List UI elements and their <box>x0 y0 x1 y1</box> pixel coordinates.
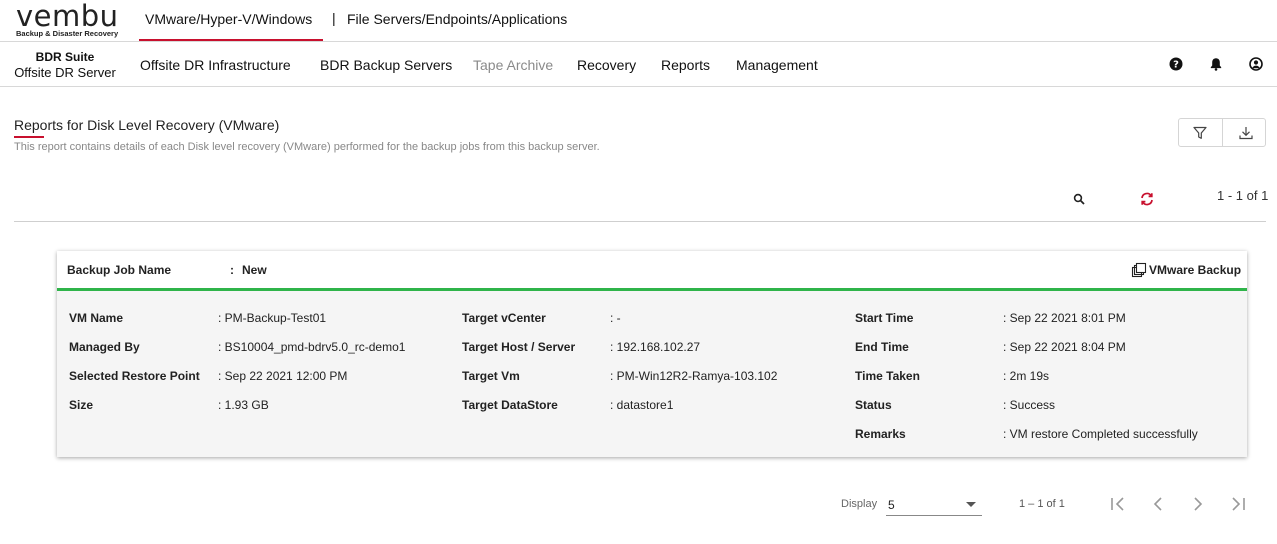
field-value-target-datastore: : datastore1 <box>610 398 674 412</box>
product-suite-label: BDR Suite Offsite DR Server <box>14 50 116 80</box>
title-underline <box>14 136 44 138</box>
active-tab-indicator <box>139 39 323 41</box>
field-label-vm-name: VM Name <box>69 311 124 325</box>
field-label-target-host: Target Host / Server <box>462 340 576 354</box>
nav-offsite-dr-infrastructure[interactable]: Offsite DR Infrastructure <box>140 57 291 73</box>
field-label-size: Size <box>69 398 94 412</box>
download-icon[interactable] <box>1238 125 1254 141</box>
field-value-restore-point: : Sep 22 2021 12:00 PM <box>218 369 348 383</box>
main-nav: BDR Suite Offsite DR Server Offsite DR I… <box>0 42 1277 87</box>
suite-name: BDR Suite <box>35 50 95 64</box>
page-description: This report contains details of each Dis… <box>14 141 600 153</box>
field-label-restore-point: Selected Restore Point <box>69 369 200 383</box>
backup-job-name-value: New <box>242 263 267 277</box>
svg-text:?: ? <box>1173 60 1179 71</box>
last-page-icon[interactable] <box>1229 495 1247 513</box>
field-label-status: Status <box>855 398 892 412</box>
nav-reports[interactable]: Reports <box>661 57 710 73</box>
pagination-range: 1 – 1 of 1 <box>1019 498 1065 510</box>
backup-type-badge: VMware Backup <box>1131 262 1241 278</box>
top-bar: vembu Backup & Disaster Recovery VMware/… <box>0 0 1277 42</box>
field-value-status: : Success <box>1003 398 1056 412</box>
page-title: Reports for Disk Level Recovery (VMware) <box>14 117 280 133</box>
backup-type-label: VMware Backup <box>1149 263 1242 277</box>
page-size-value: 5 <box>888 498 895 512</box>
tab-vmware-hyperv-windows[interactable]: VMware/Hyper-V/Windows <box>145 11 312 27</box>
field-value-vm-name: : PM-Backup-Test01 <box>218 311 327 325</box>
field-label-target-vm: Target Vm <box>462 369 520 383</box>
label-colon: : <box>230 263 234 277</box>
field-value-time-taken: : 2m 19s <box>1003 369 1050 383</box>
user-icon[interactable] <box>1249 57 1263 71</box>
refresh-icon[interactable] <box>1139 191 1155 207</box>
page-size-select[interactable]: 5 <box>886 494 982 516</box>
filter-icon[interactable] <box>1192 125 1208 141</box>
report-card: Backup Job Name : New VMware Backup VM N… <box>57 251 1247 457</box>
field-value-size: : 1.93 GB <box>218 398 269 412</box>
vembu-logo[interactable]: vembu Backup & Disaster Recovery <box>14 0 119 39</box>
field-value-target-host: : 192.168.102.27 <box>610 340 701 354</box>
report-toolbar <box>1178 118 1266 147</box>
previous-page-icon[interactable] <box>1149 495 1167 513</box>
help-icon[interactable]: ? <box>1169 57 1183 71</box>
field-label-remarks: Remarks <box>855 427 906 441</box>
card-header: Backup Job Name : New VMware Backup <box>57 251 1247 291</box>
bell-icon[interactable] <box>1209 57 1223 71</box>
next-page-icon[interactable] <box>1189 495 1207 513</box>
field-label-start-time: Start Time <box>855 311 914 325</box>
chevron-down-icon <box>966 502 976 507</box>
field-label-managed-by: Managed By <box>69 340 140 354</box>
field-value-target-vcenter: : - <box>610 311 621 325</box>
field-label-end-time: End Time <box>855 340 909 354</box>
field-value-remarks: : VM restore Completed successfully <box>1003 427 1198 441</box>
field-value-target-vm: : PM-Win12R2-Ramya-103.102 <box>610 369 778 383</box>
toolbar-divider <box>1222 119 1223 146</box>
field-value-end-time: : Sep 22 2021 8:04 PM <box>1003 340 1126 354</box>
field-label-target-datastore: Target DataStore <box>462 398 558 412</box>
field-value-managed-by: : BS10004_pmd-bdrv5.0_rc-demo1 <box>218 340 406 354</box>
first-page-icon[interactable] <box>1109 495 1127 513</box>
record-range: 1 - 1 of 1 <box>1217 188 1269 203</box>
server-type: Offsite DR Server <box>14 65 116 80</box>
field-label-time-taken: Time Taken <box>855 369 920 383</box>
field-value-start-time: : Sep 22 2021 8:01 PM <box>1003 311 1126 325</box>
tab-separator: | <box>332 10 336 26</box>
backup-job-name-label: Backup Job Name <box>67 263 172 277</box>
search-icon[interactable] <box>1073 193 1085 205</box>
nav-tape-archive[interactable]: Tape Archive <box>473 57 553 73</box>
display-label: Display <box>841 498 878 510</box>
nav-recovery[interactable]: Recovery <box>577 57 636 73</box>
field-label-target-vcenter: Target vCenter <box>462 311 546 325</box>
nav-management[interactable]: Management <box>736 57 818 73</box>
vmware-backup-icon <box>1131 262 1147 278</box>
tab-file-servers-endpoints-applications[interactable]: File Servers/Endpoints/Applications <box>347 11 567 27</box>
divider <box>14 221 1266 222</box>
nav-bdr-backup-servers[interactable]: BDR Backup Servers <box>320 57 452 73</box>
logo-tagline: Backup & Disaster Recovery <box>16 29 119 38</box>
